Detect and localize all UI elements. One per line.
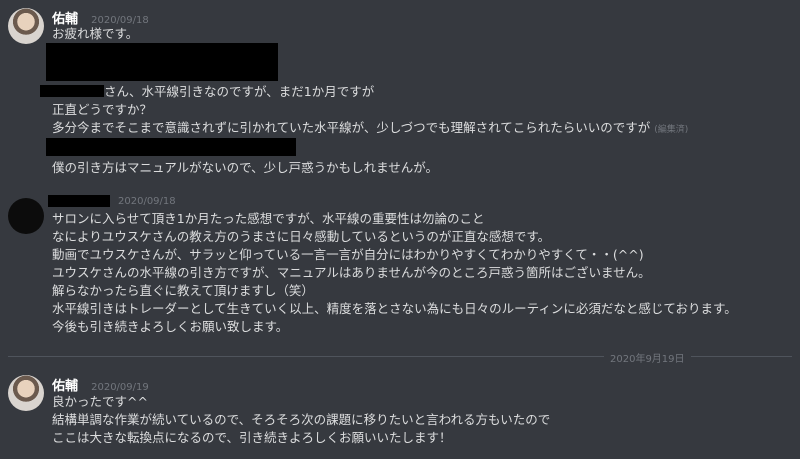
message-timestamp: 2020/09/18 bbox=[91, 15, 149, 26]
user-avatar[interactable] bbox=[8, 375, 44, 411]
edited-label: (編集済) bbox=[654, 125, 689, 135]
username[interactable]: 佑輔 bbox=[52, 379, 78, 394]
date-divider-label: 2020年9月19日 bbox=[604, 350, 691, 365]
message-text: 多分今までそこまで意識されずに引かれていた水平線が、少しづつでも理解されてこられ… bbox=[52, 120, 689, 135]
redacted-username bbox=[48, 195, 110, 207]
message-text: 水平線引きはトレーダーとして生きていく以上、精度を落とさない為にも日々のルーティ… bbox=[52, 301, 737, 316]
redacted-block bbox=[46, 43, 278, 81]
redacted-name bbox=[40, 85, 104, 97]
message-text: さん、水平線引きなのですが、まだ1か月ですが bbox=[104, 84, 375, 99]
user-avatar[interactable] bbox=[8, 8, 44, 44]
username[interactable]: 佑輔 bbox=[52, 12, 78, 27]
message-timestamp: 2020/09/18 bbox=[118, 196, 176, 207]
redacted-block bbox=[46, 138, 296, 156]
message-text: 良かったです^^ bbox=[52, 394, 148, 409]
message-text: 僕の引き方はマニュアルがないので、少し戸惑うかもしれませんが。 bbox=[52, 160, 439, 175]
message-text: 動画でユウスケさんが、サラッと仰っている一言一言が自分にはわかりやすくてわかりや… bbox=[52, 247, 644, 262]
message-text: 解らなかったら直ぐに教えて頂けますし（笑） bbox=[52, 283, 314, 298]
message-timestamp: 2020/09/19 bbox=[91, 382, 149, 393]
message-text: なによりユウスケさんの教え方のうまさに日々感動しているというのが正直な感想です。 bbox=[52, 229, 551, 244]
message-text: ユウスケさんの水平線の引き方ですが、マニュアルはありませんが今のところ戸惑う箇所… bbox=[52, 265, 651, 280]
message-text: お疲れ様です。 bbox=[52, 26, 139, 41]
message-text: サロンに入らせて頂き1か月たった感想ですが、水平線の重要性は勿論のこと bbox=[52, 211, 485, 226]
message-text: 正直どうですか？ bbox=[52, 102, 153, 117]
message-text: ここは大きな転換点になるので、引き続きよろしくお願いいたします！ bbox=[52, 430, 452, 445]
message-text: 今後も引き続きよろしくお願い致します。 bbox=[52, 319, 289, 334]
user-avatar[interactable] bbox=[8, 198, 44, 234]
message-text: 結構単調な作業が続いているので、そろそろ次の課題に移りたいと言われる方もいたので bbox=[52, 412, 551, 427]
